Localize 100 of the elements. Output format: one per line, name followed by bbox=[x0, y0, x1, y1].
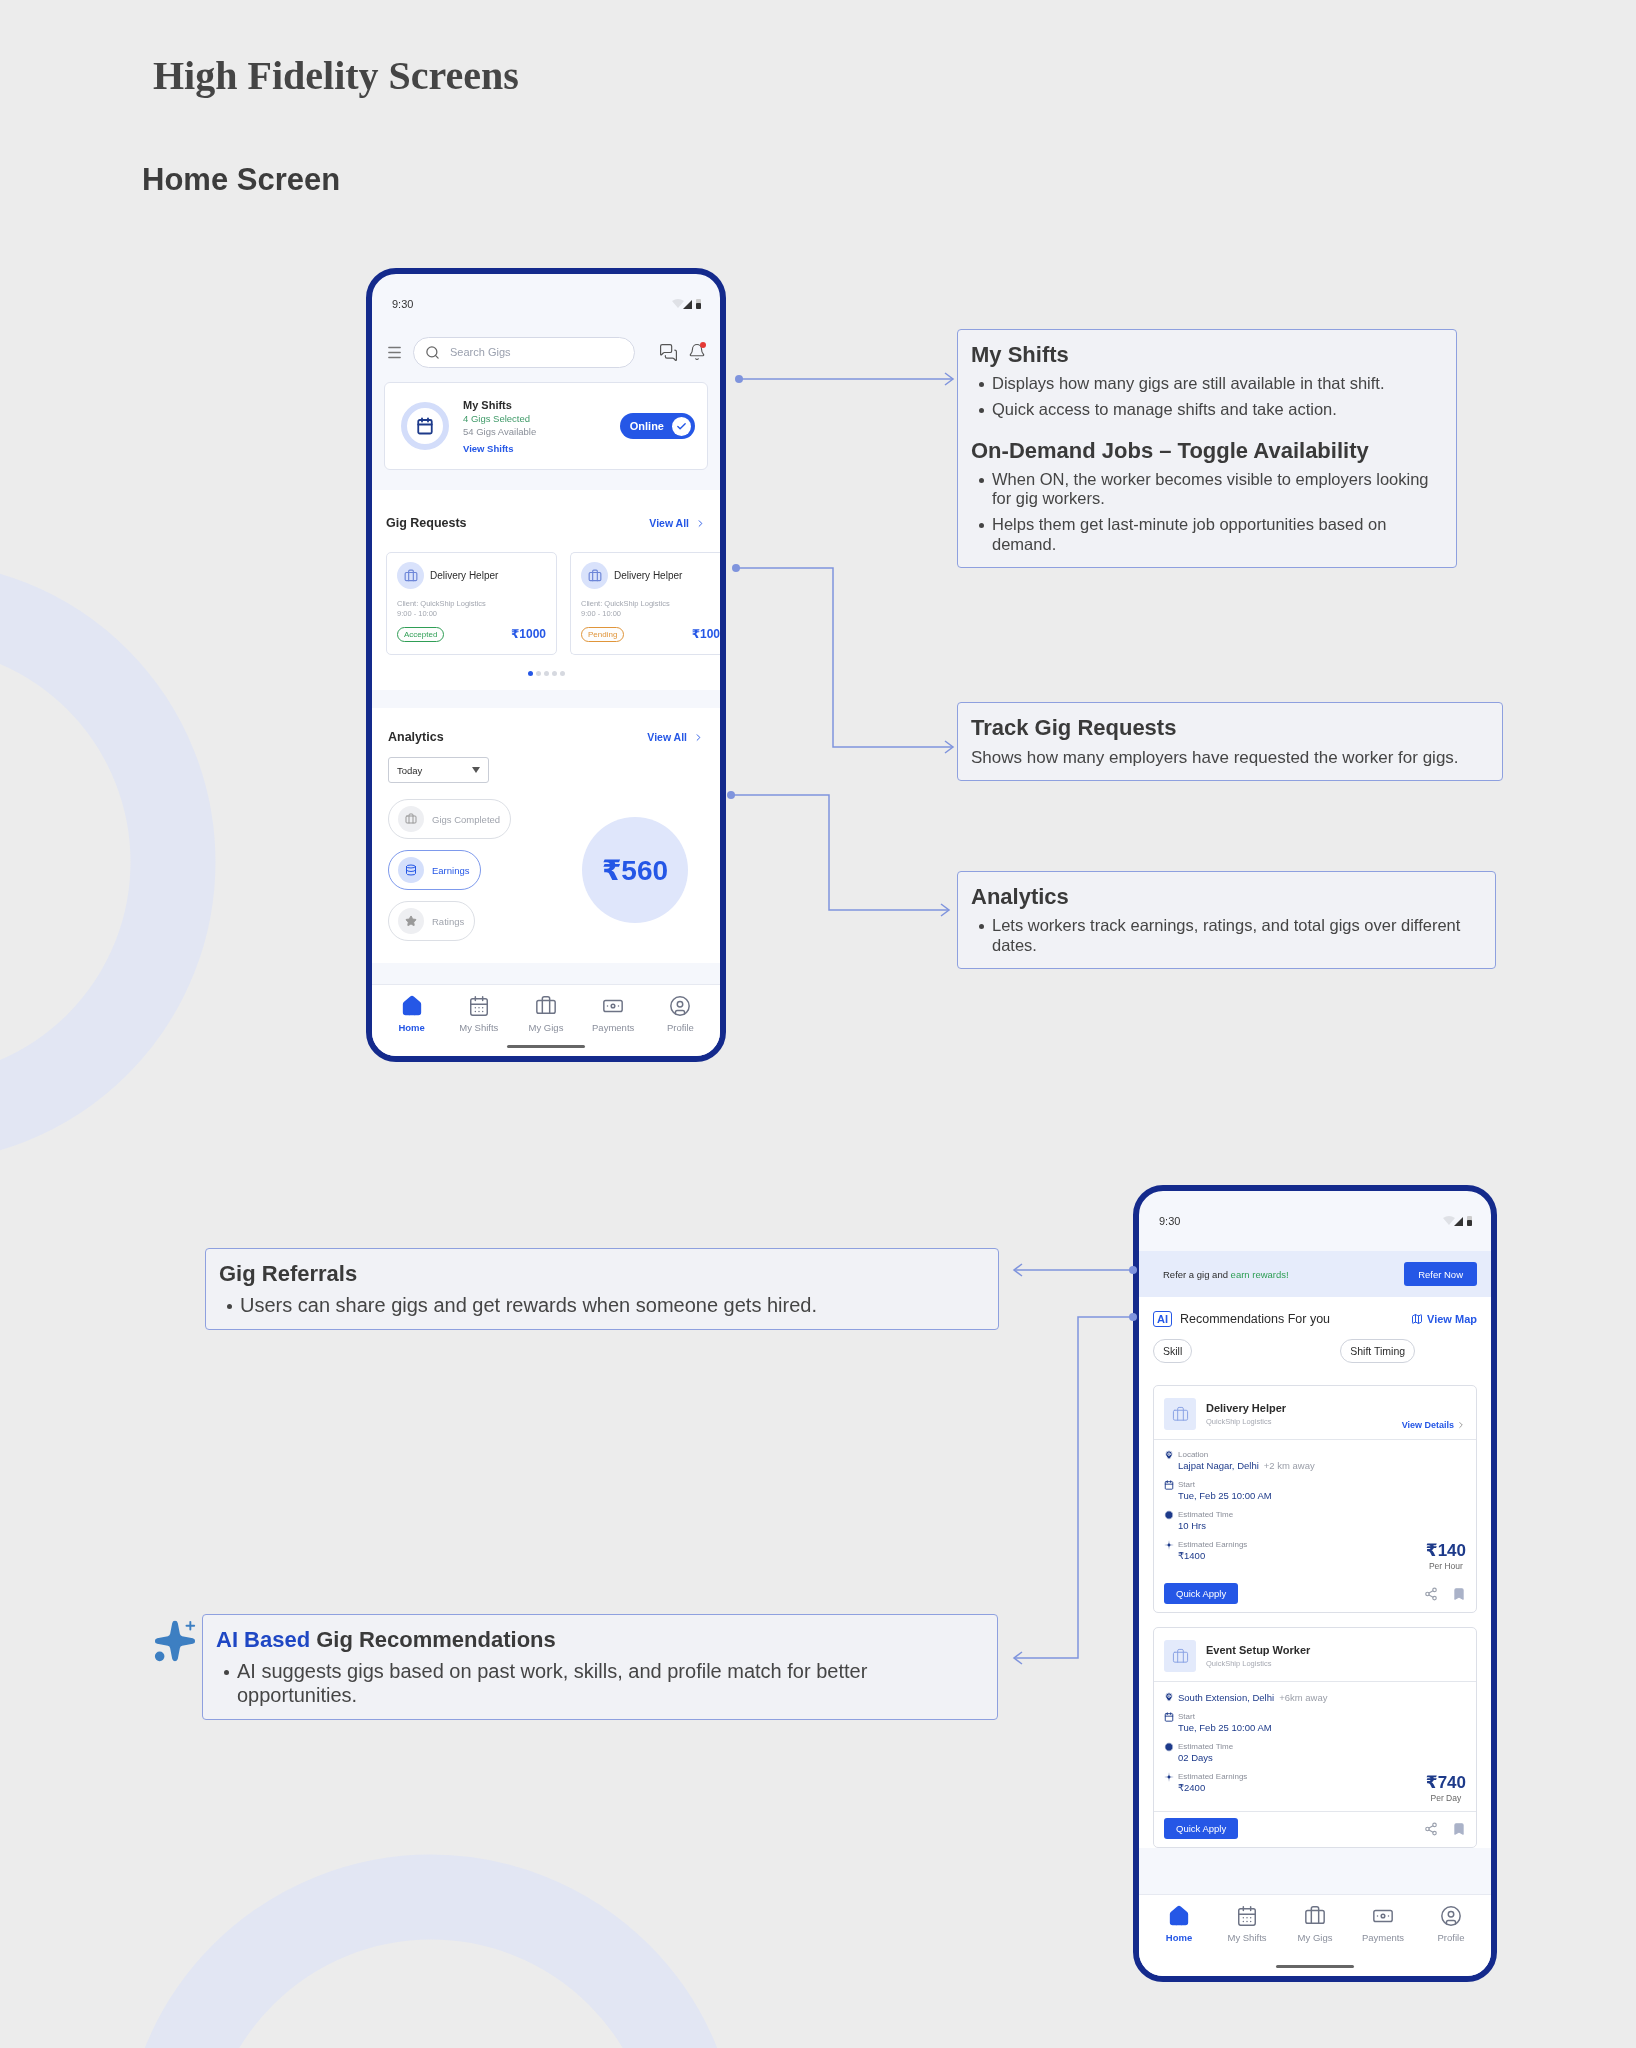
bullet-text: Quick access to manage shifts and take action. bbox=[992, 399, 1337, 420]
pager-dot[interactable] bbox=[551, 671, 557, 676]
gigs-available: 54 Gigs Available bbox=[463, 425, 538, 437]
pager-dot[interactable] bbox=[543, 671, 549, 676]
view-map-link[interactable]: View Map bbox=[1411, 1313, 1477, 1326]
gig-title: Delivery Helper bbox=[614, 570, 683, 581]
signal-battery-icon bbox=[1443, 1215, 1473, 1227]
location-pin-icon bbox=[1164, 1450, 1174, 1461]
gig-price: ₹100 bbox=[691, 627, 720, 641]
info-value: South Extension, Delhi bbox=[1178, 1692, 1275, 1704]
briefcase-icon bbox=[1164, 1398, 1196, 1431]
briefcase-icon bbox=[1164, 1640, 1196, 1673]
callout-heading: My Shifts bbox=[971, 342, 1070, 368]
status-time: 9:30 bbox=[392, 298, 414, 310]
filter-chip[interactable]: Shift Timing bbox=[1340, 1339, 1416, 1364]
info-value: ₹2400 bbox=[1178, 1782, 1206, 1794]
callout-heading: Analytics bbox=[971, 884, 1070, 910]
info-value: Lajpat Nagar, Delhi bbox=[1178, 1460, 1259, 1472]
section-title: Gig Requests bbox=[386, 516, 467, 530]
view-all-link[interactable]: View All bbox=[647, 731, 704, 743]
share-icon[interactable] bbox=[1424, 1821, 1438, 1836]
callout-heading: Track Gig Requests bbox=[971, 715, 1178, 741]
distance-text: +2 km away bbox=[1263, 1460, 1315, 1472]
nav-tab[interactable]: Profile bbox=[1422, 1905, 1480, 1943]
signal-battery-icon bbox=[672, 298, 702, 310]
bullet-text: Lets workers track earnings, ratings, and total gigs over different dates. bbox=[992, 916, 1462, 956]
coin-stack-icon bbox=[405, 864, 417, 876]
info-value: 10 Hrs bbox=[1178, 1520, 1206, 1532]
banner-text: Refer a gig and earn rewards! bbox=[1163, 1268, 1289, 1280]
check-icon bbox=[676, 420, 687, 432]
bullet-text: Helps them get last-minute job opportunities based on demand. bbox=[992, 515, 1388, 555]
location-pin-icon bbox=[1164, 1692, 1174, 1703]
nav-tab[interactable]: My Shifts bbox=[449, 995, 508, 1033]
gig-title: Delivery Helper bbox=[430, 570, 499, 581]
nav-tab[interactable]: My Gigs bbox=[1286, 1905, 1344, 1943]
bullet-text: Displays how many gigs are still available in that shift. bbox=[992, 374, 1385, 394]
share-icon[interactable] bbox=[1424, 1586, 1438, 1601]
view-details-link[interactable]: View Details bbox=[1401, 1420, 1466, 1431]
bullet-icon bbox=[979, 523, 984, 529]
nav-tab[interactable]: Home bbox=[1150, 1905, 1208, 1943]
chat-icon[interactable] bbox=[659, 342, 678, 362]
nav-tab[interactable]: Payments bbox=[584, 995, 643, 1033]
info-label: Estimated Time bbox=[1178, 1742, 1235, 1752]
calendar-icon bbox=[1164, 1712, 1174, 1723]
info-label: Estimated Earnings bbox=[1178, 1772, 1249, 1782]
ai-badge: AI bbox=[1153, 1311, 1172, 1328]
bullet-icon bbox=[224, 1670, 229, 1675]
briefcase-icon bbox=[581, 562, 608, 589]
section-heading: Home Screen bbox=[142, 162, 341, 198]
metric-pill[interactable]: Earnings bbox=[388, 850, 481, 890]
nav-tab[interactable]: My Shifts bbox=[1218, 1905, 1276, 1943]
house-icon bbox=[400, 995, 423, 1017]
info-value: Tue, Feb 25 10:00 AM bbox=[1178, 1490, 1272, 1502]
nav-tab[interactable]: Profile bbox=[651, 995, 710, 1033]
section-title: Recommendations For you bbox=[1180, 1312, 1332, 1327]
callout-heading: AI Based Gig Recommendations bbox=[216, 1627, 557, 1653]
view-all-link[interactable]: View All bbox=[649, 517, 706, 529]
shifts-title: My Shifts bbox=[463, 398, 513, 411]
bookmark-icon[interactable] bbox=[1452, 1586, 1466, 1601]
info-label: Location bbox=[1178, 1450, 1210, 1460]
distance-text: +6km away bbox=[1279, 1692, 1328, 1704]
calendar-icon bbox=[467, 995, 490, 1017]
quick-apply-button[interactable]: Quick Apply bbox=[1164, 1818, 1239, 1840]
star-icon bbox=[405, 915, 417, 927]
period-dropdown[interactable]: Today bbox=[388, 757, 489, 783]
briefcase-icon bbox=[397, 562, 424, 589]
search-icon bbox=[425, 344, 440, 360]
user-icon bbox=[669, 995, 692, 1017]
bullet-icon bbox=[227, 1304, 232, 1309]
chevron-right-icon bbox=[1456, 1420, 1466, 1431]
pager-dot[interactable] bbox=[535, 671, 541, 676]
info-label: Estimated Time bbox=[1178, 1510, 1235, 1520]
job-title: Event Setup Worker bbox=[1206, 1644, 1312, 1657]
search-field[interactable]: Search Gigs bbox=[413, 336, 635, 368]
nav-tab[interactable]: My Gigs bbox=[516, 995, 575, 1033]
page-title: High Fidelity Screens bbox=[153, 52, 519, 99]
refer-now-button[interactable]: Refer Now bbox=[1404, 1262, 1477, 1286]
nav-tab[interactable]: Payments bbox=[1354, 1905, 1412, 1943]
callout-text: Shows how many employers have requested the worker for gigs. bbox=[971, 747, 1460, 769]
job-rate: ₹140 bbox=[1425, 1540, 1466, 1562]
view-shifts-link[interactable]: View Shifts bbox=[463, 442, 606, 454]
quick-apply-button[interactable]: Quick Apply bbox=[1164, 1583, 1239, 1605]
info-label: Start bbox=[1178, 1480, 1196, 1490]
bullet-icon bbox=[979, 382, 984, 387]
online-toggle[interactable]: Online bbox=[619, 413, 695, 439]
gig-price: ₹1000 bbox=[510, 627, 546, 641]
nav-tab[interactable]: Home bbox=[382, 995, 441, 1033]
user-icon bbox=[1440, 1905, 1462, 1927]
map-icon bbox=[1411, 1313, 1424, 1326]
bookmark-icon[interactable] bbox=[1452, 1821, 1466, 1836]
filter-chip[interactable]: Skill bbox=[1153, 1339, 1193, 1364]
job-title: Delivery Helper bbox=[1206, 1402, 1288, 1415]
gigs-selected: 4 Gigs Selected bbox=[463, 412, 532, 424]
pager-dot[interactable] bbox=[527, 671, 533, 676]
calendar-icon bbox=[1236, 1905, 1258, 1927]
pager-dot[interactable] bbox=[559, 671, 565, 676]
briefcase-icon bbox=[405, 813, 417, 825]
briefcase-icon bbox=[1304, 1905, 1326, 1927]
info-value: ₹1400 bbox=[1178, 1550, 1206, 1562]
notification-icon[interactable] bbox=[688, 343, 706, 361]
